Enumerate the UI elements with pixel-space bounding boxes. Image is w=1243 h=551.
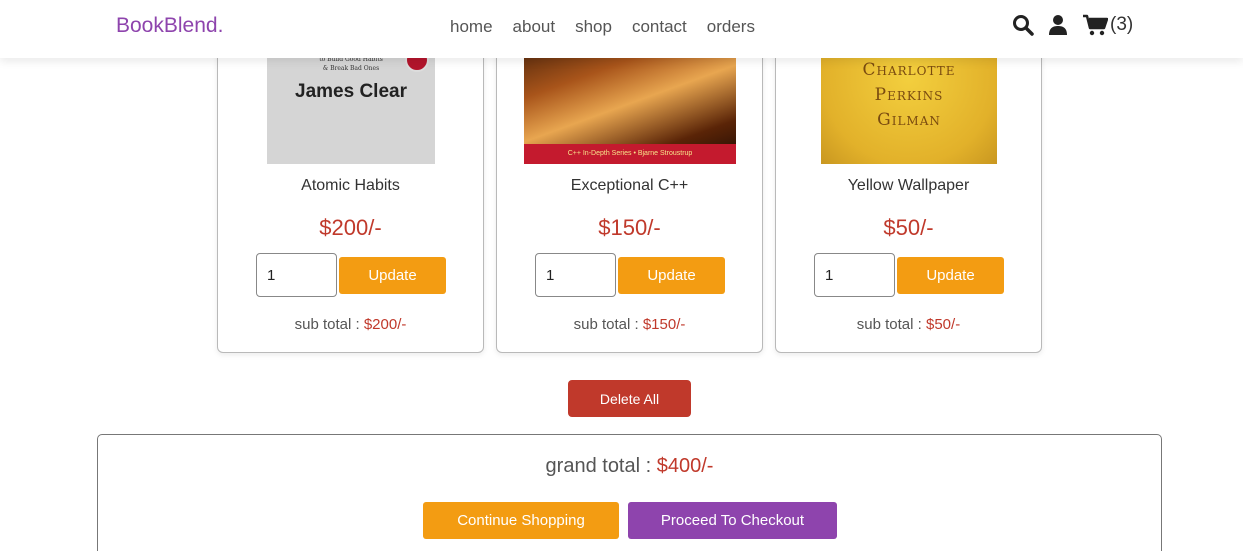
nav-shop[interactable]: shop <box>575 17 612 37</box>
product-price: $50/- <box>883 215 934 240</box>
grand-total-amount: $400/- <box>656 455 714 477</box>
cart-summary: grand total : $400/- Continue Shopping P… <box>97 434 1162 551</box>
cover-author: Charlotte Perkins Gilman <box>821 58 997 133</box>
nav-contact[interactable]: contact <box>632 17 687 37</box>
subtotal-label: sub total : <box>294 316 364 333</box>
quantity-input[interactable] <box>814 253 895 297</box>
search-icon[interactable] <box>1012 14 1034 36</box>
subtotal-label: sub total : <box>573 316 643 333</box>
cover-band: C++ In-Depth Series • Bjarne Stroustrup <box>524 144 736 164</box>
grand-total-label: grand total : <box>545 455 657 477</box>
update-button[interactable]: Update <box>618 257 725 294</box>
product-title: Yellow Wallpaper <box>847 177 970 194</box>
product-title: Exceptional C++ <box>570 177 689 194</box>
cover-author: James Clear <box>295 81 407 102</box>
quantity-input[interactable] <box>535 253 616 297</box>
cart-count: (3) <box>1110 14 1134 35</box>
site-header: BookBlend. home about shop contact order… <box>0 0 1243 58</box>
update-button[interactable]: Update <box>339 257 446 294</box>
cover-author-text: Charlotte Perkins Gilman <box>862 60 956 130</box>
nav-home[interactable]: home <box>450 17 493 37</box>
cart-icon <box>1082 14 1108 36</box>
subtotal-amount: $150/- <box>642 316 686 333</box>
cart-item-card: An Easy & Proven Way to Build Good Habit… <box>217 20 484 353</box>
main-nav: home about shop contact orders <box>450 17 755 37</box>
item-subtotal: sub total : $150/- <box>497 316 762 333</box>
quantity-input[interactable] <box>256 253 337 297</box>
nav-orders[interactable]: orders <box>707 17 755 37</box>
cart-button[interactable]: (3) <box>1082 14 1133 36</box>
cart-item-card: Charlotte Perkins Gilman Yellow Wallpape… <box>775 20 1042 353</box>
product-title: Atomic Habits <box>301 177 400 194</box>
product-price: $150/- <box>598 215 661 240</box>
proceed-to-checkout-button[interactable]: Proceed To Checkout <box>628 502 837 539</box>
item-subtotal: sub total : $200/- <box>218 316 483 333</box>
user-icon[interactable] <box>1048 14 1068 36</box>
subtotal-amount: $50/- <box>926 316 961 333</box>
delete-all-button[interactable]: Delete All <box>568 380 691 417</box>
grand-total: grand total : $400/- <box>98 455 1161 478</box>
product-price: $200/- <box>319 215 382 240</box>
header-icons: (3) <box>1012 14 1133 36</box>
cart-item-card: C++ In-Depth Series • Bjarne Stroustrup … <box>496 20 763 353</box>
subtotal-amount: $200/- <box>363 316 407 333</box>
item-subtotal: sub total : $50/- <box>776 316 1041 333</box>
continue-shopping-button[interactable]: Continue Shopping <box>423 502 619 539</box>
subtotal-label: sub total : <box>856 316 926 333</box>
nav-about[interactable]: about <box>513 17 556 37</box>
logo[interactable]: BookBlend. <box>116 14 223 38</box>
update-button[interactable]: Update <box>897 257 1004 294</box>
